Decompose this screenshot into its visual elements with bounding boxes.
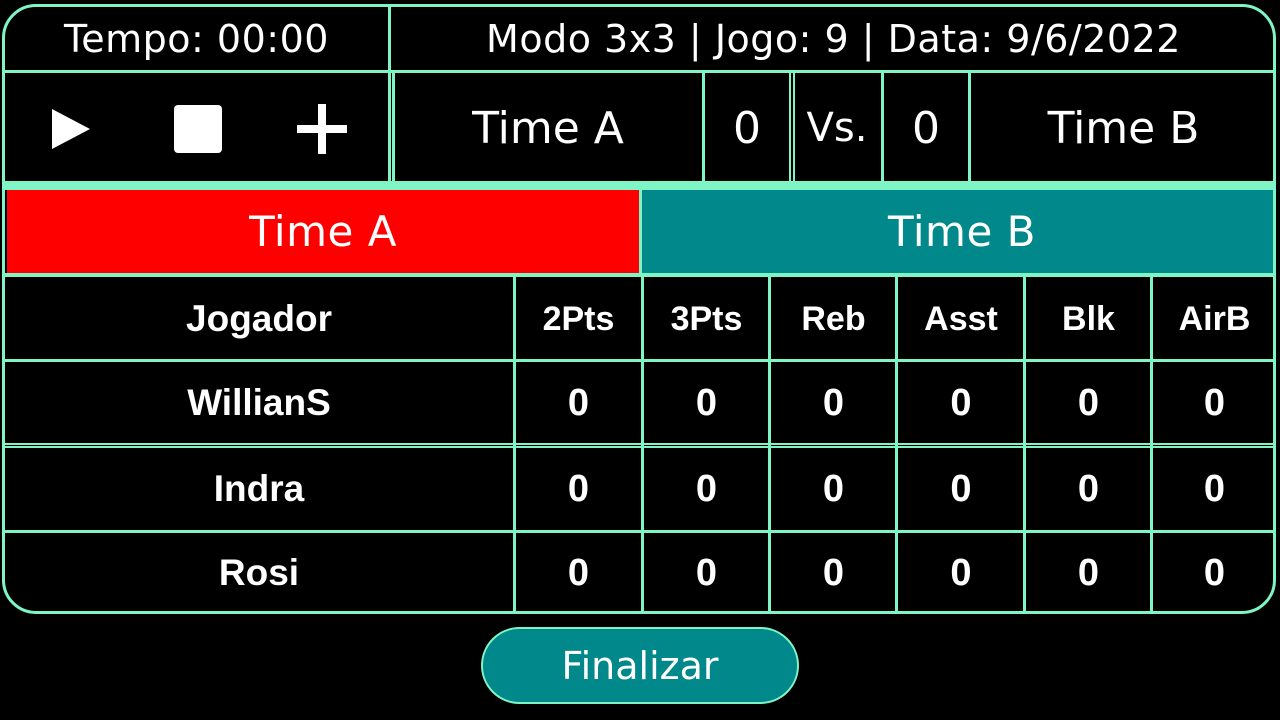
stop-icon (174, 105, 222, 153)
divider (5, 181, 1273, 190)
stat-blk[interactable]: 0 (1026, 533, 1151, 611)
stat-3pts[interactable]: 0 (644, 448, 769, 530)
play-icon (52, 109, 90, 149)
column-header-asst: Asst (924, 299, 998, 338)
column-header-2pts: 2Pts (542, 299, 615, 338)
timer-label: Tempo: 00:00 (64, 17, 329, 61)
team-b-name: Time B (1047, 102, 1200, 154)
stat-airb[interactable]: 0 (1153, 448, 1273, 530)
divider (895, 277, 898, 611)
scoreboard-panel: Tempo: 00:00 Modo 3x3 | Jogo: 9 | Data: … (2, 4, 1276, 614)
tab-team-b[interactable]: Time B (642, 190, 1273, 273)
column-header-airb: AirB (1178, 299, 1251, 338)
divider (1150, 277, 1153, 611)
player-name[interactable]: Rosi (5, 533, 513, 611)
stat-airb[interactable]: 0 (1153, 533, 1273, 611)
plus-icon (297, 104, 347, 154)
divider (392, 73, 395, 181)
stat-asst[interactable]: 0 (898, 448, 1024, 530)
divider (1023, 277, 1026, 611)
column-header-blk: Blk (1062, 299, 1115, 338)
divider (641, 277, 644, 611)
game-info: Modo 3x3 | Jogo: 9 | Data: 9/6/2022 (486, 17, 1181, 61)
column-header-3pts: 3Pts (670, 299, 743, 338)
play-button[interactable] (35, 79, 105, 179)
column-header-player: Jogador (186, 298, 332, 339)
add-button[interactable] (287, 79, 357, 179)
finish-button[interactable]: Finalizar (481, 627, 799, 704)
divider (702, 73, 705, 181)
stat-asst[interactable]: 0 (898, 533, 1024, 611)
team-a-name: Time A (472, 102, 624, 154)
divider (881, 73, 884, 181)
divider (5, 70, 1273, 73)
divider (768, 277, 771, 611)
stat-2pts[interactable]: 0 (516, 362, 641, 444)
team-b-score: 0 (912, 102, 940, 154)
player-name[interactable]: Indra (5, 448, 513, 530)
player-name[interactable]: WillianS (5, 362, 513, 444)
divider (789, 73, 791, 181)
divider (793, 73, 795, 181)
tab-team-a[interactable]: Time A (7, 190, 639, 273)
column-header-reb: Reb (801, 299, 866, 338)
stat-3pts[interactable]: 0 (644, 533, 769, 611)
divider (388, 7, 391, 181)
stat-airb[interactable]: 0 (1153, 362, 1273, 444)
stat-reb[interactable]: 0 (771, 533, 896, 611)
stat-blk[interactable]: 0 (1026, 362, 1151, 444)
team-a-score: 0 (733, 102, 761, 154)
stat-2pts[interactable]: 0 (516, 533, 641, 611)
vs-label: Vs. (806, 105, 868, 151)
stat-asst[interactable]: 0 (898, 362, 1024, 444)
stat-3pts[interactable]: 0 (644, 362, 769, 444)
stat-blk[interactable]: 0 (1026, 448, 1151, 530)
divider (513, 277, 516, 611)
stat-reb[interactable]: 0 (771, 448, 896, 530)
divider (968, 73, 971, 181)
stat-reb[interactable]: 0 (771, 362, 896, 444)
divider (639, 190, 642, 277)
stop-button[interactable] (163, 79, 233, 179)
stat-2pts[interactable]: 0 (516, 448, 641, 530)
